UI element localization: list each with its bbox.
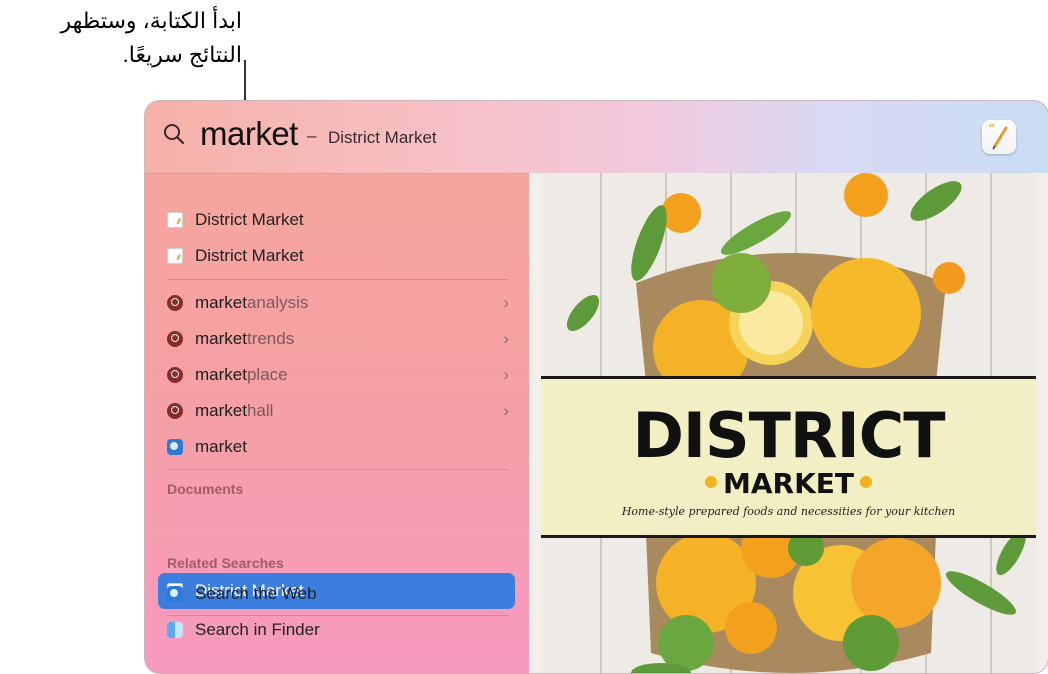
cover-subtitle-row: MARKET xyxy=(541,467,1036,500)
chevron-right-icon[interactable]: › xyxy=(503,329,509,349)
result-label: Search the Web xyxy=(195,584,317,603)
section-header-related: Related Searches xyxy=(167,555,284,571)
search-query[interactable]: market xyxy=(200,115,298,153)
svg-text:“: “ xyxy=(988,122,995,138)
results-list: District Market District Market market a… xyxy=(145,173,529,673)
lemon-icon xyxy=(704,476,717,488)
completion-text: place xyxy=(246,365,288,384)
search-suggestion-icon xyxy=(167,295,183,311)
section-header-documents: Documents xyxy=(167,481,244,497)
typed-text: market xyxy=(195,329,247,348)
pages-app-icon[interactable]: “ xyxy=(982,120,1016,154)
result-label: District Market xyxy=(195,210,304,229)
completion-text: hall xyxy=(246,401,274,420)
pen-nib-icon: “ xyxy=(988,122,1008,150)
related-item[interactable]: Search the Web xyxy=(167,581,515,607)
document-cover: DISTRICT MARKET Home-style prepared food… xyxy=(541,173,1036,673)
typed-text: market xyxy=(195,365,247,384)
web-result-item[interactable]: market xyxy=(167,434,515,460)
pages-document-icon xyxy=(167,248,183,264)
suggestion-item[interactable]: market trends › xyxy=(167,326,515,352)
callout-line-1: ابدأ الكتابة، وستظهر xyxy=(60,8,242,33)
typed-text: market xyxy=(195,293,247,312)
list-item[interactable]: District Market xyxy=(167,207,515,233)
divider xyxy=(167,615,509,616)
callout-line-2: النتائج سريعًا. xyxy=(122,42,242,67)
list-item[interactable]: District Market xyxy=(167,243,515,269)
search-icon xyxy=(164,124,185,145)
search-suggestion-icon xyxy=(167,367,183,383)
result-label: Search in Finder xyxy=(195,620,320,639)
suggestion-item[interactable]: market place › xyxy=(167,362,515,388)
safari-icon xyxy=(167,439,183,455)
search-suggestion-icon xyxy=(167,403,183,419)
suggestion-item[interactable]: market analysis › xyxy=(167,290,515,316)
chevron-right-icon[interactable]: › xyxy=(503,293,509,313)
chevron-right-icon[interactable]: › xyxy=(503,401,509,421)
result-label: District Market xyxy=(195,246,304,265)
pages-document-icon xyxy=(167,212,183,228)
search-suggestion-icon xyxy=(167,331,183,347)
cover-tagline: Home-style prepared foods and necessitie… xyxy=(621,505,956,518)
cover-banner: DISTRICT MARKET Home-style prepared food… xyxy=(541,376,1036,538)
safari-icon xyxy=(167,586,183,602)
divider xyxy=(167,469,509,470)
related-item[interactable]: Search in Finder xyxy=(167,617,515,643)
search-completion: District Market xyxy=(328,128,437,147)
completion-text: trends xyxy=(246,329,295,348)
lemon-icon xyxy=(860,476,873,488)
chevron-right-icon[interactable]: › xyxy=(503,365,509,385)
suggestion-item[interactable]: market hall › xyxy=(167,398,515,424)
completion-text: analysis xyxy=(246,293,309,312)
divider xyxy=(167,279,509,280)
cover-title: DISTRICT xyxy=(632,399,945,472)
finder-icon xyxy=(167,622,183,638)
cover-subtitle: MARKET xyxy=(722,467,855,500)
callout-text: ابدأ الكتابة، وستظهر النتائج سريعًا. xyxy=(61,4,242,72)
preview-pane: DISTRICT MARKET Home-style prepared food… xyxy=(529,173,1048,673)
suggestion-dash: – xyxy=(307,126,317,145)
typed-text: market xyxy=(195,401,247,420)
spotlight-window: market – District Market “ District Mark… xyxy=(144,100,1048,674)
result-label: market xyxy=(195,437,247,456)
search-bar[interactable]: market – District Market “ xyxy=(145,101,1048,174)
